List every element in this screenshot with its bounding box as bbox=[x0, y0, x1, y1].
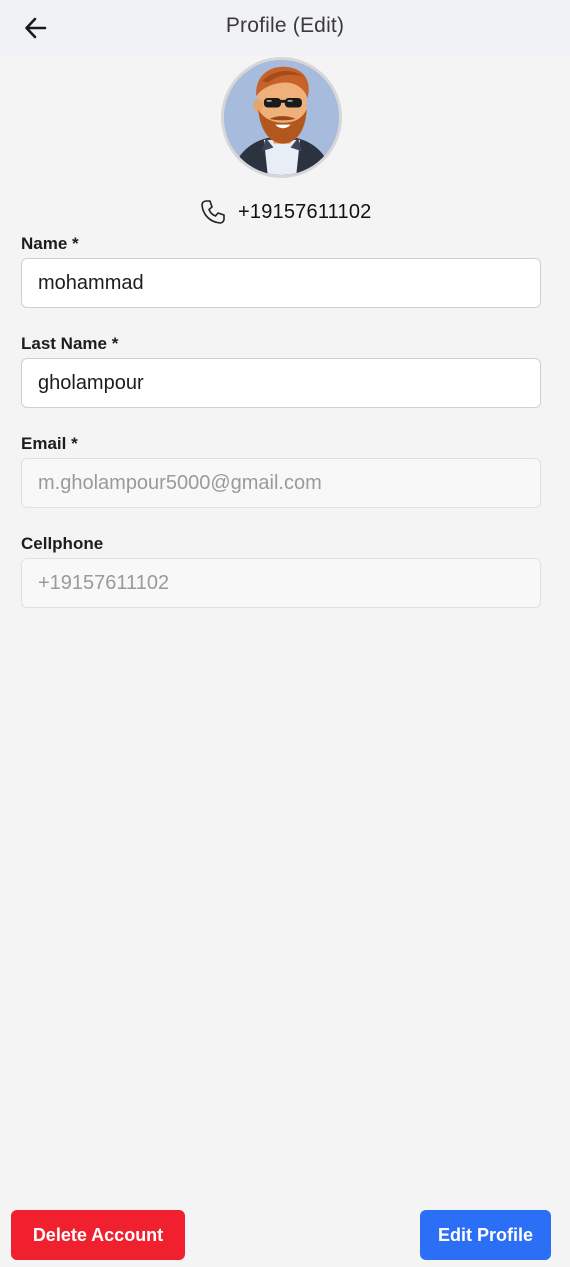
phone-icon bbox=[201, 200, 225, 224]
phone-display: +19157611102 bbox=[198, 196, 371, 228]
last-name-input[interactable] bbox=[21, 358, 541, 408]
edit-profile-button[interactable]: Edit Profile bbox=[420, 1210, 551, 1260]
profile-edit-page: Profile (Edit) +19157611102 Name * moham… bbox=[0, 0, 570, 1267]
cartoon-avatar-icon bbox=[224, 60, 339, 175]
avatar[interactable] bbox=[221, 57, 342, 178]
name-input[interactable] bbox=[21, 258, 541, 308]
cellphone-label: Cellphone bbox=[21, 534, 104, 553]
name-label: Name * bbox=[21, 234, 79, 253]
cellphone-field bbox=[21, 558, 541, 608]
page-title: Profile (Edit) bbox=[225, 14, 345, 37]
phone-number: +19157611102 bbox=[238, 200, 372, 223]
last-name-label: Last Name * bbox=[21, 334, 119, 353]
top-bar: Profile (Edit) bbox=[0, 0, 570, 56]
delete-account-button[interactable]: Delete Account bbox=[11, 1210, 185, 1260]
email-label: Email * bbox=[21, 434, 78, 453]
email-field bbox=[21, 458, 541, 508]
